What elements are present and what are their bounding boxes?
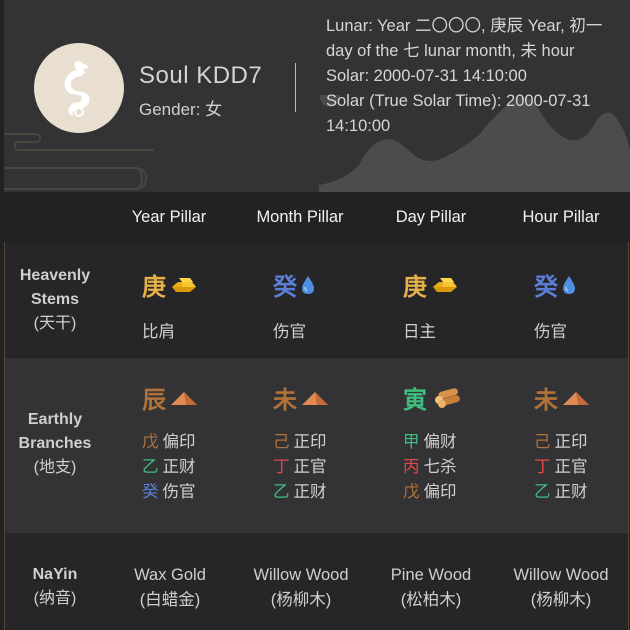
branch-char: 未 <box>273 387 297 414</box>
row-label-nayin: NaYin (纳音) <box>32 566 78 607</box>
hidden-stem-god: 正财 <box>162 458 196 476</box>
ten-god-label: 伤官 <box>534 323 567 341</box>
column-header-day: Day Pillar <box>395 208 467 226</box>
row-label-branches: Earthly Branches (地支) <box>18 411 92 476</box>
hidden-stems-list: 己正印丁正官乙正财 <box>273 430 403 505</box>
solar-date: Solar: 2000-07-31 14:10:00 <box>326 67 527 85</box>
column-header-year: Year Pillar <box>131 208 207 226</box>
earthly-branches-row: Earthly Branches (地支) 辰戊偏印乙正财癸伤官 未己正印丁正官… <box>5 358 628 533</box>
hidden-stem-item: 癸伤官 <box>142 480 272 505</box>
true-solar-date: Solar (True Solar Time): 2000-07-31 14:1… <box>326 92 591 135</box>
hidden-stem-char: 甲 <box>403 433 420 451</box>
branch-cell-month[interactable]: 未己正印丁正官乙正财 <box>273 380 403 505</box>
stem-cell-hour[interactable]: 癸伤官 <box>534 267 630 342</box>
hidden-stem-char: 乙 <box>273 483 290 501</box>
ten-god-label: 比肩 <box>142 323 175 341</box>
column-header-month: Month Pillar <box>256 208 344 226</box>
birth-dates: Lunar: Year 二〇〇〇, 庚辰 Year, 初一 day of the… <box>326 14 616 139</box>
branch-char: 寅 <box>403 387 427 414</box>
hidden-stem-item: 丙七杀 <box>403 455 533 480</box>
hidden-stem-item: 己正印 <box>534 430 630 455</box>
hidden-stem-god: 正财 <box>293 483 327 501</box>
lunar-date: Lunar: Year 二〇〇〇, 庚辰 Year, 初一 day of the… <box>326 17 603 60</box>
stem-char: 庚 <box>403 274 427 301</box>
nayin-row: NaYin (纳音) Wax Gold (白蜡金) Willow Wood (杨… <box>5 533 628 630</box>
ten-god-label: 伤官 <box>273 323 306 341</box>
hidden-stem-char: 己 <box>534 433 551 451</box>
hidden-stem-char: 癸 <box>142 483 159 501</box>
hidden-stem-god: 正官 <box>293 458 327 476</box>
avatar[interactable] <box>34 43 124 133</box>
branch-cell-hour[interactable]: 未己正印丁正官乙正财 <box>534 380 630 505</box>
hidden-stem-god: 七杀 <box>423 458 457 476</box>
stem-cell-day[interactable]: 庚日主 <box>403 267 533 342</box>
hidden-stem-item: 己正印 <box>273 430 403 455</box>
divider <box>295 63 296 112</box>
profile-gender: Gender: 女 <box>139 100 223 119</box>
branch-cell-day[interactable]: 寅甲偏财丙七杀戊偏印 <box>403 380 533 505</box>
nayin-cell-hour: Willow Wood (杨柳木) <box>513 566 609 609</box>
stem-char: 癸 <box>273 274 297 301</box>
hidden-stems-list: 甲偏财丙七杀戊偏印 <box>403 430 533 505</box>
hidden-stem-item: 乙正财 <box>273 480 403 505</box>
pillar-column-headers: Year Pillar Month Pillar Day Pillar Hour… <box>4 192 630 242</box>
hidden-stem-god: 正官 <box>554 458 588 476</box>
hidden-stem-char: 己 <box>273 433 290 451</box>
earth-mound-icon <box>562 390 590 406</box>
hidden-stem-god: 偏印 <box>162 433 196 451</box>
wood-logs-icon <box>431 387 461 409</box>
hidden-stem-item: 戊偏印 <box>142 430 272 455</box>
hidden-stem-item: 乙正财 <box>534 480 630 505</box>
earth-mound-icon <box>301 390 329 406</box>
hidden-stem-char: 乙 <box>534 483 551 501</box>
heavenly-stems-row: Heavenly Stems (天干) 庚比肩 癸伤官 庚日主 癸伤官 <box>5 242 628 358</box>
dragon-icon <box>64 61 90 117</box>
hidden-stem-char: 戊 <box>403 483 420 501</box>
bazi-chart-table: Heavenly Stems (天干) 庚比肩 癸伤官 庚日主 癸伤官 Eart… <box>4 242 629 630</box>
hidden-stem-item: 戊偏印 <box>403 480 533 505</box>
row-label-stems: Heavenly Stems (天干) <box>19 267 91 332</box>
hidden-stem-god: 偏财 <box>423 433 457 451</box>
gold-ingot-icon <box>170 276 198 294</box>
ten-god-label: 日主 <box>403 323 436 341</box>
stem-char: 庚 <box>142 274 166 301</box>
profile-name: Soul KDD7 <box>139 62 263 89</box>
stem-char: 癸 <box>534 274 558 301</box>
hidden-stem-god: 正印 <box>554 433 588 451</box>
nayin-cell-month: Willow Wood (杨柳木) <box>253 566 349 609</box>
hidden-stems-list: 戊偏印乙正财癸伤官 <box>142 430 272 505</box>
hidden-stem-god: 伤官 <box>162 483 196 501</box>
nayin-cell-day: Pine Wood (松柏木) <box>390 566 472 609</box>
hidden-stem-god: 偏印 <box>423 483 457 501</box>
profile-header: Soul KDD7 Gender: 女 Lunar: Year 二〇〇〇, 庚辰… <box>4 0 630 192</box>
nayin-cell-year: Wax Gold (白蜡金) <box>134 566 206 609</box>
hidden-stem-item: 甲偏财 <box>403 430 533 455</box>
hidden-stem-god: 正财 <box>554 483 588 501</box>
branch-char: 辰 <box>142 387 166 414</box>
hidden-stem-char: 戊 <box>142 433 159 451</box>
hidden-stems-list: 己正印丁正官乙正财 <box>534 430 630 505</box>
earth-mound-icon <box>170 390 198 406</box>
hidden-stem-char: 丁 <box>534 458 551 476</box>
hidden-stem-char: 丁 <box>273 458 290 476</box>
branch-cell-year[interactable]: 辰戊偏印乙正财癸伤官 <box>142 380 272 505</box>
hidden-stem-item: 丁正官 <box>534 455 630 480</box>
hidden-stem-item: 丁正官 <box>273 455 403 480</box>
branch-char: 未 <box>534 387 558 414</box>
stem-cell-month[interactable]: 癸伤官 <box>273 267 403 342</box>
water-drop-icon <box>562 275 576 295</box>
column-header-hour: Hour Pillar <box>522 208 600 226</box>
stem-cell-year[interactable]: 庚比肩 <box>142 267 272 342</box>
hidden-stem-item: 乙正财 <box>142 455 272 480</box>
hidden-stem-char: 丙 <box>403 458 420 476</box>
hidden-stem-char: 乙 <box>142 458 159 476</box>
gold-ingot-icon <box>431 276 459 294</box>
water-drop-icon <box>301 275 315 295</box>
hidden-stem-god: 正印 <box>293 433 327 451</box>
